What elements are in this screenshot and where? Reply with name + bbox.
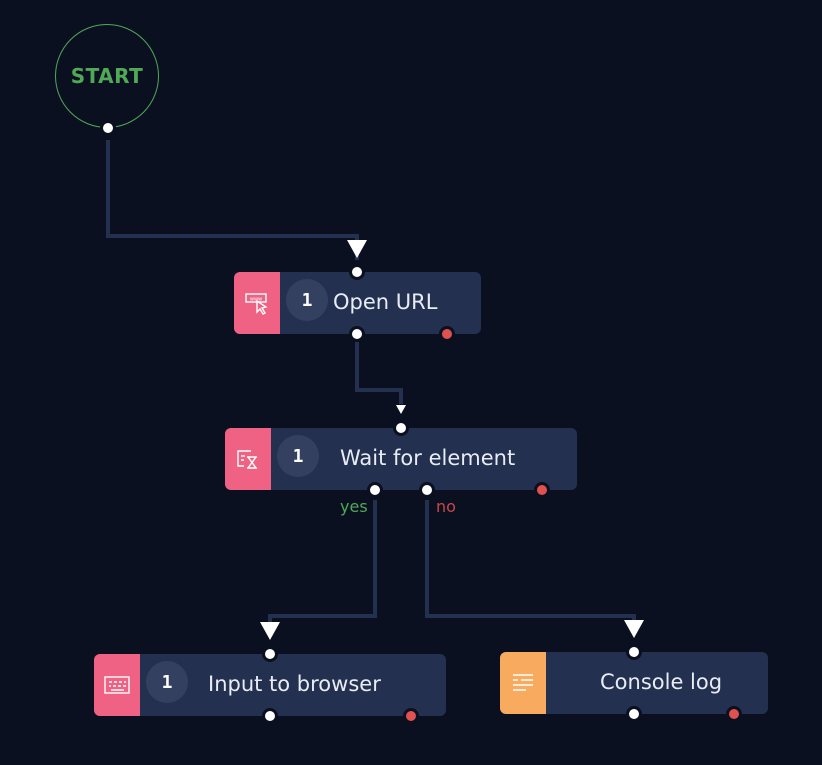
node-input-to-browser[interactable]: 1 Input to browser xyxy=(94,654,446,716)
step-badge: 1 xyxy=(146,661,188,703)
wire-yes-to-input xyxy=(268,500,377,622)
wire-open-url-to-wait xyxy=(355,340,403,404)
node-open-url[interactable]: www 1 Open URL xyxy=(234,272,481,334)
open-url-output-port[interactable] xyxy=(349,326,365,342)
step-badge: 1 xyxy=(286,279,328,321)
arrow-input xyxy=(260,622,280,640)
element-hourglass-icon xyxy=(225,428,271,490)
input-to-browser-output-port[interactable] xyxy=(262,708,278,724)
open-url-input-port[interactable] xyxy=(349,264,365,280)
text-lines-icon xyxy=(500,652,546,714)
start-node[interactable]: START xyxy=(55,24,159,128)
wait-error-port[interactable] xyxy=(534,482,550,498)
node-label: Input to browser xyxy=(208,672,381,696)
branch-label-no: no xyxy=(436,497,456,516)
open-url-error-port[interactable] xyxy=(439,326,455,342)
wait-yes-port[interactable] xyxy=(367,482,383,498)
console-log-output-port[interactable] xyxy=(626,706,642,722)
branch-label-yes: yes xyxy=(340,497,368,516)
wait-input-port[interactable] xyxy=(393,420,409,436)
wait-no-port[interactable] xyxy=(419,482,435,498)
node-label: Console log xyxy=(600,670,723,694)
console-log-error-port[interactable] xyxy=(726,706,742,722)
node-label: Open URL xyxy=(333,290,438,314)
start-label: START xyxy=(70,64,144,88)
arrow-wait xyxy=(396,405,406,414)
node-console-log[interactable]: Console log xyxy=(500,652,768,714)
input-to-browser-error-port[interactable] xyxy=(403,708,419,724)
www-cursor-icon: www xyxy=(234,272,280,334)
wire-no-to-console xyxy=(425,500,636,622)
node-wait-for-element[interactable]: 1 Wait for element xyxy=(225,428,577,490)
keyboard-icon xyxy=(94,654,140,716)
wire-start-to-open-url xyxy=(106,140,359,260)
arrow-open-url xyxy=(347,240,367,258)
input-to-browser-input-port[interactable] xyxy=(262,646,278,662)
svg-text:www: www xyxy=(250,297,262,303)
console-log-input-port[interactable] xyxy=(626,644,642,660)
arrow-console xyxy=(624,620,644,638)
node-label: Wait for element xyxy=(340,446,516,470)
start-output-port[interactable] xyxy=(100,120,116,136)
step-badge: 1 xyxy=(277,435,319,477)
